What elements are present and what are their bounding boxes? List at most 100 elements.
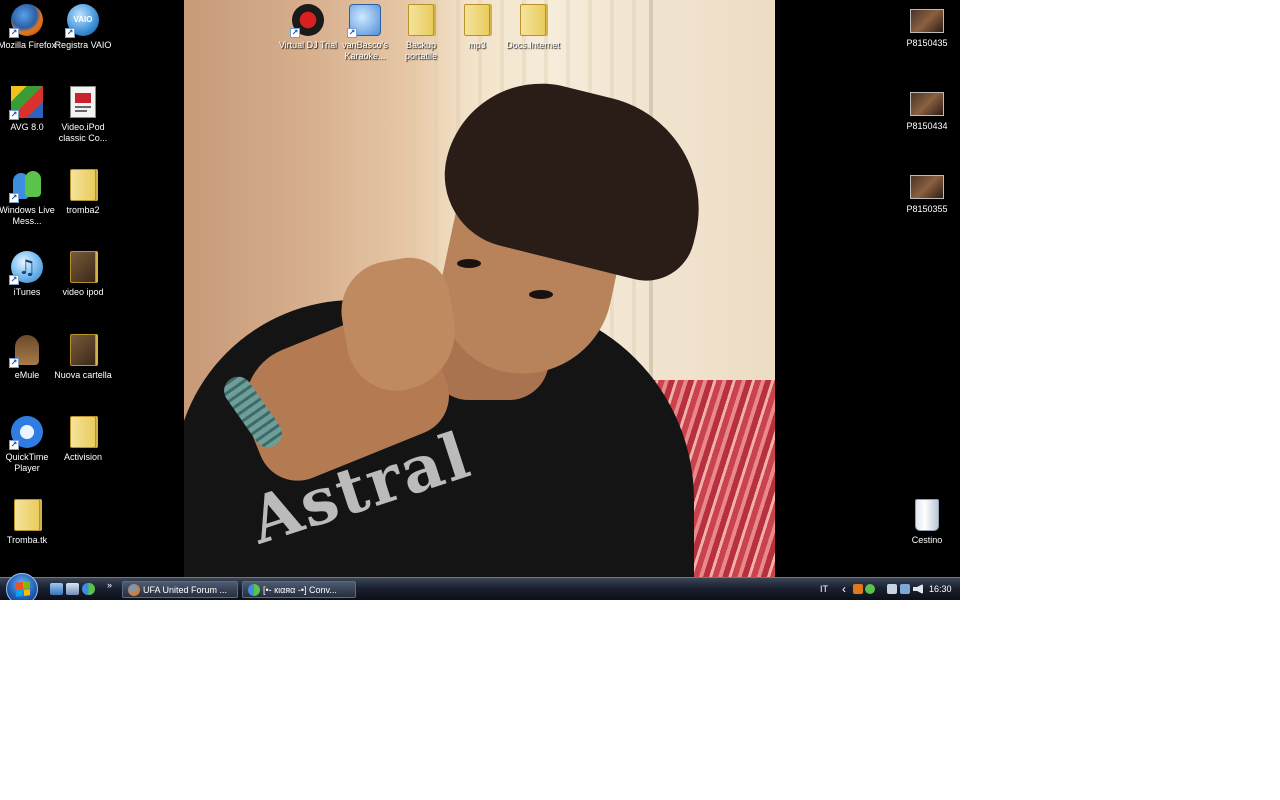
- desktop-icon-video-ipod-classic[interactable]: Video.iPod classic Co...: [53, 84, 113, 144]
- wallpaper-eye-right: [529, 290, 553, 299]
- desktop-icon-p8150434[interactable]: P8150434: [897, 89, 957, 132]
- desktop-icon-tromba2[interactable]: tromba2: [53, 167, 113, 216]
- desktop-icon-label: Mozilla Firefox: [0, 40, 56, 50]
- recycle-bin-icon: [909, 497, 945, 533]
- desktop-icon-nuova-cartella[interactable]: Nuova cartella: [53, 332, 113, 381]
- desktop-icon-docs-internet[interactable]: Docs.Internet: [503, 2, 563, 51]
- desktop-icon-label: tromba2: [66, 205, 100, 215]
- desktop-icon-live-messenger[interactable]: ↗ Windows Live Mess...: [0, 167, 57, 227]
- windows-logo-icon: [16, 581, 30, 597]
- image-thumbnail-icon: [909, 172, 945, 202]
- taskbar-button-messenger[interactable]: [•- кιαяα -•] Conv...: [242, 581, 356, 598]
- desktop-icon-label: Tromba.tk: [6, 535, 48, 545]
- taskbar-button-firefox[interactable]: UFA United Forum ...: [122, 581, 238, 598]
- desktop-icon-label: P8150435: [906, 38, 948, 48]
- quicktime-icon: ↗: [9, 414, 45, 450]
- shortcut-arrow-icon: ↗: [9, 275, 19, 285]
- messenger-icon: [248, 584, 260, 596]
- taskbar-button-label: [•- кιαяα -•] Conv...: [263, 585, 337, 595]
- quicklaunch-chevron[interactable]: »: [107, 574, 112, 596]
- messenger-quicklaunch-icon[interactable]: [82, 583, 95, 595]
- desktop-icon-quicktime[interactable]: ↗ QuickTime Player: [0, 414, 57, 474]
- desktop-icon-vanbasco[interactable]: ↗ vanBasco's Karaoke...: [335, 2, 395, 62]
- desktop: Astral ↗ Mozilla Firefox VAIO ↗ Registra …: [0, 0, 960, 600]
- folder-icon: [65, 414, 101, 450]
- image-thumbnail-icon: [909, 6, 945, 36]
- tray-expand-button[interactable]: ‹: [842, 578, 846, 600]
- switch-windows-icon[interactable]: [66, 583, 79, 595]
- emule-icon: ↗: [9, 332, 45, 368]
- virtual-dj-icon: ↗: [290, 2, 326, 38]
- language-indicator[interactable]: IT: [820, 578, 828, 600]
- desktop-icon-activision[interactable]: Activision: [53, 414, 113, 463]
- desktop-icon-label: video ipod: [62, 287, 104, 297]
- vanbasco-icon: ↗: [347, 2, 383, 38]
- taskbar: » UFA United Forum ... [•- кιαяα -•] Con…: [0, 573, 960, 600]
- desktop-icon-trombatk[interactable]: Tromba.tk: [0, 497, 57, 546]
- volume-icon[interactable]: [913, 584, 923, 594]
- shortcut-arrow-icon: ↗: [290, 28, 300, 38]
- desktop-icon-label: Video.iPod classic Co...: [58, 122, 108, 143]
- desktop-icon-backup[interactable]: Backup portatile: [391, 2, 451, 62]
- shortcut-arrow-icon: ↗: [9, 28, 19, 38]
- desktop-icon-label: QuickTime Player: [5, 452, 49, 473]
- desktop-icon-label: eMule: [14, 370, 40, 380]
- desktop-icon-itunes[interactable]: ♫ ↗ iTunes: [0, 249, 57, 298]
- avg-icon: ↗: [9, 84, 45, 120]
- system-tray: IT ‹ 16:30: [800, 578, 960, 600]
- firefox-icon: ↗: [9, 2, 45, 38]
- firefox-icon: [128, 584, 140, 596]
- shortcut-arrow-icon: ↗: [9, 440, 19, 450]
- desktop-icon-avg[interactable]: ↗ AVG 8.0: [0, 84, 57, 133]
- desktop-icon-emule[interactable]: ↗ eMule: [0, 332, 57, 381]
- folder-icon: [403, 2, 439, 38]
- folder-icon: [65, 332, 101, 368]
- desktop-icon-label: Cestino: [911, 535, 943, 545]
- desktop-icon-label: AVG 8.0: [10, 122, 44, 132]
- safely-remove-hardware-icon[interactable]: [887, 584, 897, 594]
- shortcut-arrow-icon: ↗: [9, 193, 19, 203]
- desktop-icon-label: Registra VAIO: [54, 40, 112, 50]
- folder-icon: [9, 497, 45, 533]
- desktop-icon-p8150355[interactable]: P8150355: [897, 172, 957, 215]
- wallpaper-photo: Astral: [184, 0, 775, 577]
- desktop-icon-label: iTunes: [13, 287, 41, 297]
- document-icon: [65, 84, 101, 120]
- shortcut-arrow-icon: ↗: [9, 358, 19, 368]
- desktop-icon-label: Windows Live Mess...: [0, 205, 55, 226]
- taskbar-button-label: UFA United Forum ...: [143, 585, 228, 595]
- folder-icon: [515, 2, 551, 38]
- image-thumbnail-icon: [909, 89, 945, 119]
- start-button[interactable]: [6, 573, 38, 600]
- wallpaper-eye-left: [457, 259, 481, 268]
- clock[interactable]: 16:30: [929, 578, 952, 600]
- desktop-icon-label: Backup portatile: [404, 40, 438, 61]
- folder-icon: [459, 2, 495, 38]
- shortcut-arrow-icon: ↗: [347, 28, 357, 38]
- desktop-icon-vaio[interactable]: VAIO ↗ Registra VAIO: [53, 2, 113, 51]
- desktop-icon-label: P8150355: [906, 204, 948, 214]
- messenger-icon: ↗: [9, 167, 45, 203]
- shortcut-arrow-icon: ↗: [65, 28, 75, 38]
- show-desktop-icon[interactable]: [50, 583, 63, 595]
- desktop-icon-cestino[interactable]: Cestino: [897, 497, 957, 546]
- desktop-icon-label: Nuova cartella: [54, 370, 112, 380]
- desktop-icon-mp3[interactable]: mp3: [447, 2, 507, 51]
- desktop-icon-label: P8150434: [906, 121, 948, 131]
- desktop-icon-firefox[interactable]: ↗ Mozilla Firefox: [0, 2, 57, 51]
- desktop-icon-p8150435[interactable]: P8150435: [897, 6, 957, 49]
- shortcut-arrow-icon: ↗: [9, 110, 19, 120]
- desktop-icon-label: Virtual DJ Trial: [278, 40, 338, 50]
- folder-icon: [65, 167, 101, 203]
- desktop-icon-video-ipod[interactable]: video ipod: [53, 249, 113, 298]
- desktop-icon-label: vanBasco's Karaoke...: [342, 40, 388, 61]
- vaio-icon: VAIO ↗: [65, 2, 101, 38]
- avg-tray-icon[interactable]: [853, 584, 863, 594]
- itunes-icon: ♫ ↗: [9, 249, 45, 285]
- messenger-tray-icon[interactable]: [865, 584, 875, 594]
- network-icon[interactable]: [900, 584, 910, 594]
- desktop-icon-virtual-dj[interactable]: ↗ Virtual DJ Trial: [278, 2, 338, 51]
- desktop-icon-label: mp3: [468, 40, 486, 50]
- desktop-icon-label: Docs.Internet: [506, 40, 560, 50]
- folder-icon: [65, 249, 101, 285]
